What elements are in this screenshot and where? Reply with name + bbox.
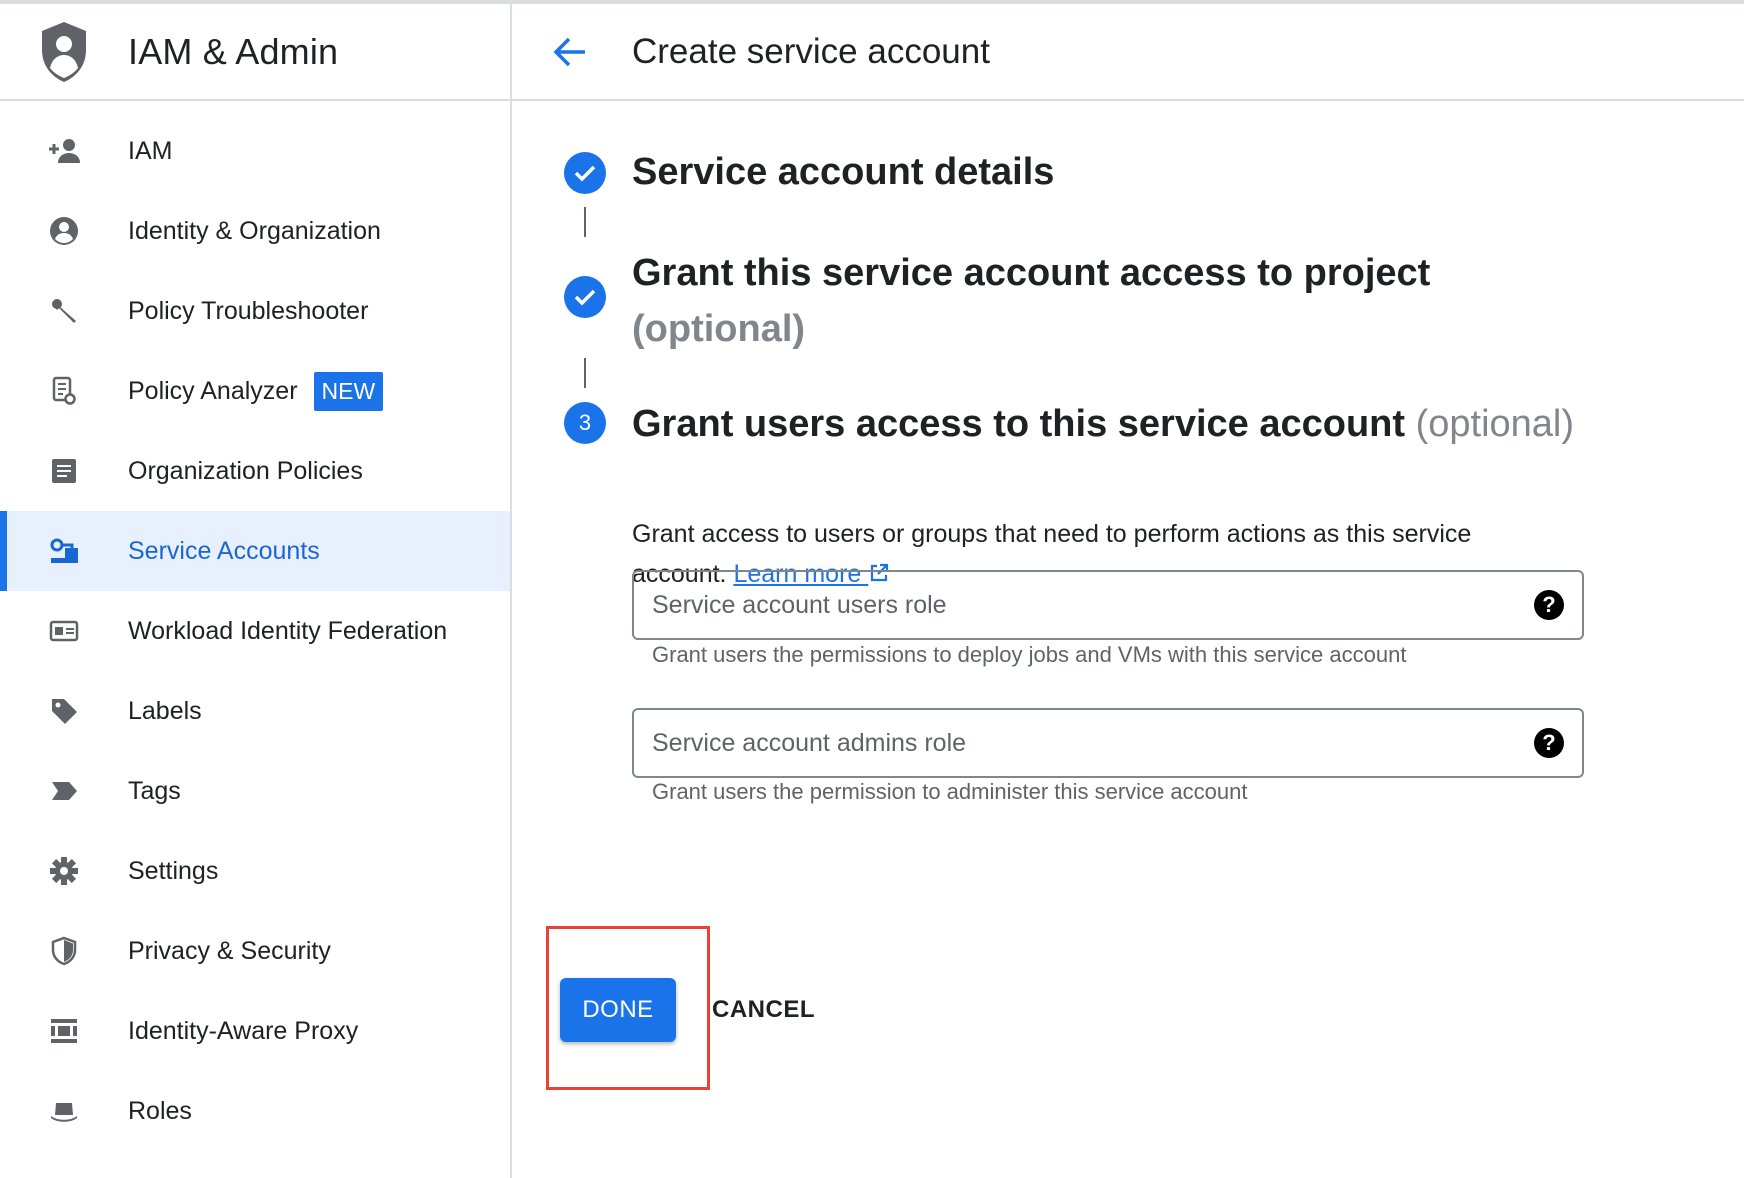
sidebar-item-label: Policy Analyzer: [128, 376, 298, 405]
step-2-title-group[interactable]: Grant this service account access to pro…: [632, 245, 1452, 357]
iam-shield-logo-icon: [42, 21, 86, 82]
sidebar-item-settings[interactable]: Settings: [0, 831, 510, 911]
step-2-complete-check-icon: [564, 276, 606, 318]
document-list-icon: [44, 451, 84, 491]
cancel-button[interactable]: CANCEL: [712, 978, 815, 1042]
sidebar: IAM & Admin IAM Identity & Organization …: [0, 4, 512, 1178]
sidebar-item-roles[interactable]: Roles: [0, 1071, 510, 1151]
sidebar-item-label: Organization Policies: [128, 456, 363, 485]
service-account-users-role-field: ?: [632, 570, 1584, 640]
step-3-optional-label: (optional): [1415, 403, 1575, 445]
page-header: Create service account: [512, 4, 1744, 101]
new-badge: NEW: [313, 371, 384, 411]
app-title: IAM & Admin: [128, 30, 339, 72]
step-3-number: 3: [564, 402, 606, 444]
sidebar-item-label: Labels: [128, 696, 202, 725]
sidebar-item-service-accounts[interactable]: Service Accounts: [0, 511, 510, 591]
sidebar-nav: IAM Identity & Organization Policy Troub…: [0, 111, 510, 1151]
shield-icon: [44, 931, 84, 971]
proxy-icon: [44, 1011, 84, 1051]
step-1-complete-check-icon: [564, 152, 606, 194]
sidebar-item-label: Service Accounts: [128, 536, 320, 565]
step-3-title-group: Grant users access to this service accou…: [632, 396, 1574, 452]
back-arrow-icon[interactable]: [548, 30, 592, 74]
person-add-icon: [44, 131, 84, 171]
step-3-title: Grant users access to this service accou…: [632, 403, 1406, 445]
service-account-admins-role-field: ?: [632, 708, 1584, 778]
sidebar-item-label: Workload Identity Federation: [128, 616, 448, 645]
gear-icon: [44, 851, 84, 891]
step-2-title: Grant this service account access to pro…: [632, 252, 1431, 294]
id-card-icon: [44, 611, 84, 651]
sidebar-item-label: Policy Troubleshooter: [128, 296, 369, 325]
sidebar-item-organization-policies[interactable]: Organization Policies: [0, 431, 510, 511]
account-circle-icon: [44, 211, 84, 251]
sidebar-item-label: IAM: [128, 136, 173, 165]
service-account-icon: [44, 531, 84, 571]
help-icon[interactable]: ?: [1534, 590, 1564, 620]
sidebar-item-iam[interactable]: IAM: [0, 111, 510, 191]
service-account-users-role-input[interactable]: [652, 590, 1452, 620]
sidebar-item-label: Privacy & Security: [128, 936, 331, 965]
sidebar-item-workload-identity-federation[interactable]: Workload Identity Federation: [0, 591, 510, 671]
hat-icon: [44, 1091, 84, 1131]
sidebar-header: IAM & Admin: [0, 4, 510, 101]
sidebar-item-label: Identity-Aware Proxy: [128, 1016, 359, 1045]
help-icon[interactable]: ?: [1534, 728, 1564, 758]
policy-analyzer-icon: [44, 371, 84, 411]
tag-arrow-icon: [44, 771, 84, 811]
sidebar-item-policy-troubleshooter[interactable]: Policy Troubleshooter: [0, 271, 510, 351]
label-tag-icon: [44, 691, 84, 731]
main-content: Create service account Service account d…: [512, 4, 1744, 1178]
sidebar-item-labels[interactable]: Labels: [0, 671, 510, 751]
sidebar-item-label: Identity & Organization: [128, 216, 381, 245]
sidebar-item-identity-organization[interactable]: Identity & Organization: [0, 191, 510, 271]
sidebar-item-tags[interactable]: Tags: [0, 751, 510, 831]
step-1-title[interactable]: Service account details: [632, 144, 1054, 200]
sidebar-item-privacy-security[interactable]: Privacy & Security: [0, 911, 510, 991]
admins-role-hint: Grant users the permission to administer…: [652, 779, 1248, 804]
service-account-admins-role-input[interactable]: [652, 728, 1452, 758]
step-connector: [584, 358, 586, 388]
sidebar-item-label: Settings: [128, 856, 219, 885]
done-button[interactable]: DONE: [560, 978, 676, 1042]
sidebar-item-policy-analyzer[interactable]: Policy Analyzer NEW: [0, 351, 510, 431]
sidebar-item-label: Roles: [128, 1096, 192, 1125]
wrench-icon: [44, 291, 84, 331]
step-2-optional-label: (optional): [632, 308, 806, 350]
users-role-hint: Grant users the permissions to deploy jo…: [652, 642, 1407, 667]
sidebar-item-identity-aware-proxy[interactable]: Identity-Aware Proxy: [0, 991, 510, 1071]
sidebar-item-label: Tags: [128, 776, 181, 805]
step-connector: [584, 207, 586, 237]
page-title: Create service account: [632, 31, 990, 71]
